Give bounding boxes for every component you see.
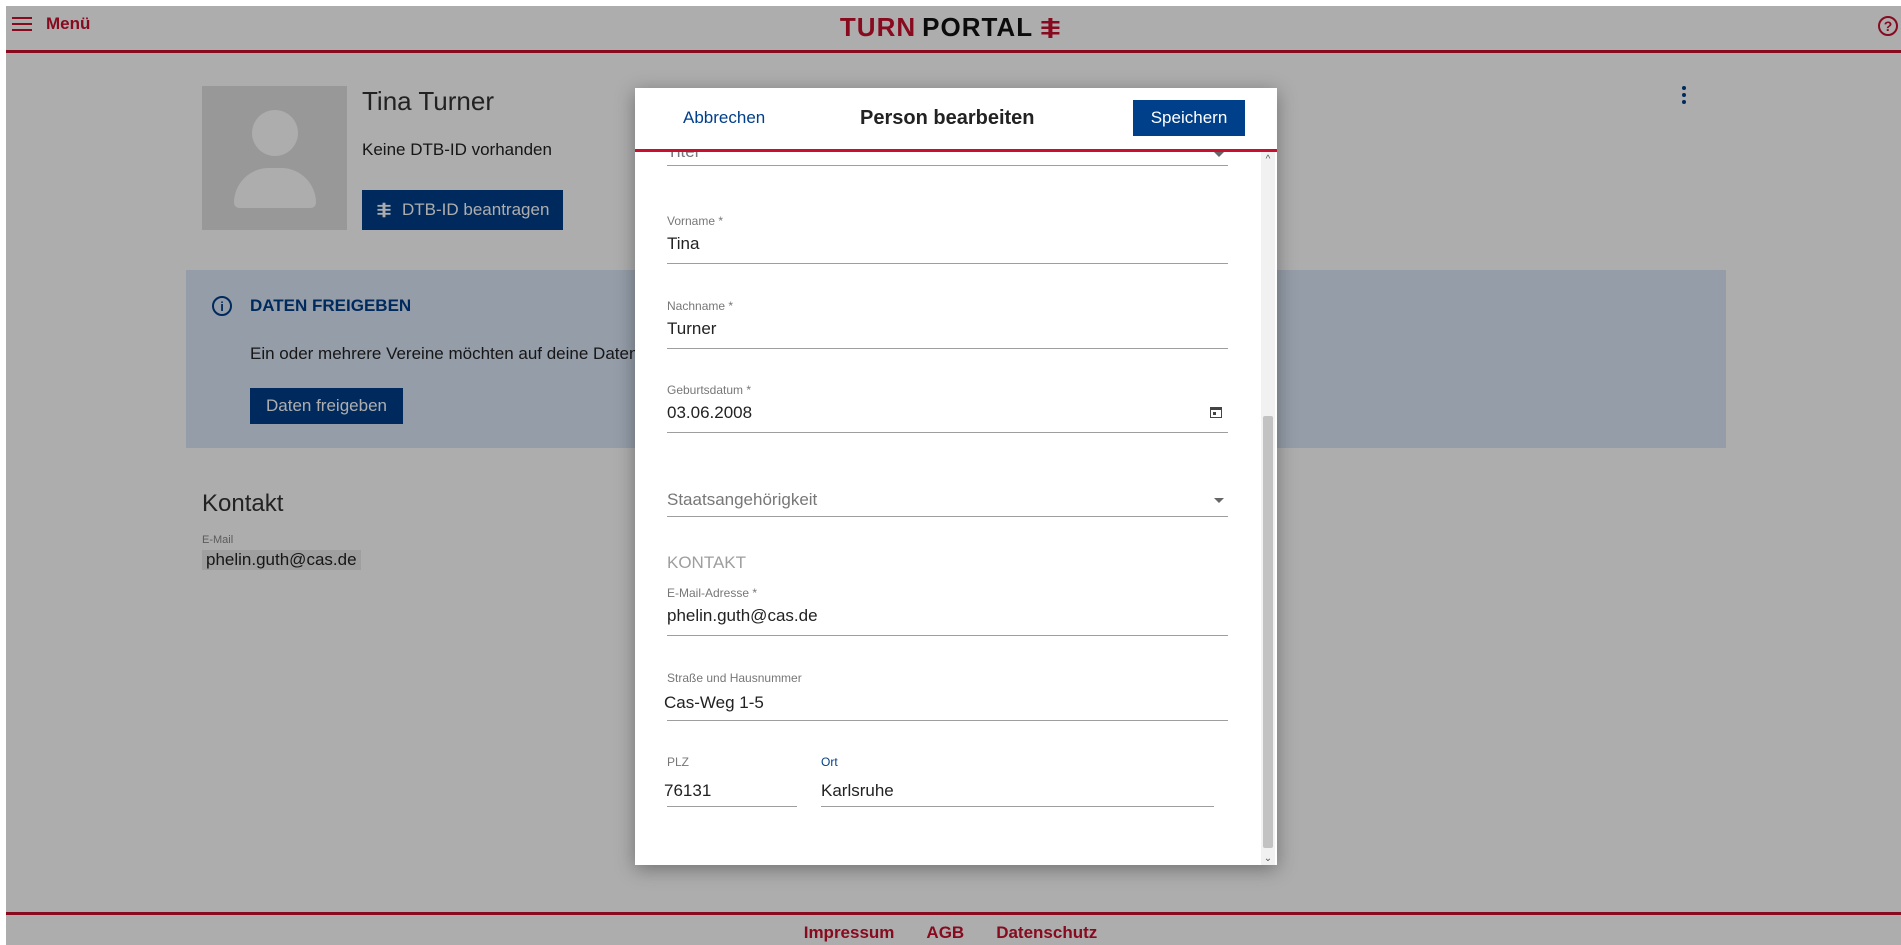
dialog-header: Abbrechen Person bearbeiten Speichern bbox=[635, 88, 1277, 152]
scroll-thumb[interactable] bbox=[1263, 416, 1273, 848]
dropdown-caret-icon bbox=[1214, 498, 1224, 503]
birthdate-field[interactable]: Geburtsdatum * 03.06.2008 bbox=[667, 383, 1228, 433]
zip-field[interactable]: PLZ 76131 bbox=[664, 755, 797, 807]
dialog-body: Titel Vorname * Tina Nachname * Turner G… bbox=[635, 152, 1277, 865]
save-button[interactable]: Speichern bbox=[1133, 100, 1245, 136]
calendar-icon[interactable] bbox=[1210, 407, 1222, 418]
page-edge bbox=[0, 0, 6, 945]
title-select[interactable]: Titel bbox=[667, 152, 1228, 166]
edit-person-dialog: Abbrechen Person bearbeiten Speichern Ti… bbox=[635, 88, 1277, 865]
chevron-up-icon[interactable]: ^ bbox=[1263, 154, 1273, 165]
contact-section-label: KONTAKT bbox=[667, 553, 747, 572]
street-field[interactable]: Straße und Hausnummer Cas-Weg 1-5 bbox=[664, 671, 1228, 721]
email-field[interactable]: E-Mail-Adresse * phelin.guth@cas.de bbox=[667, 586, 1228, 636]
dialog-scrollbar[interactable]: ^ ⌄ bbox=[1261, 152, 1275, 865]
last-name-field[interactable]: Nachname * Turner bbox=[667, 299, 1228, 349]
dropdown-caret-icon bbox=[1214, 152, 1224, 157]
dialog-title: Person bearbeiten bbox=[860, 107, 1035, 129]
first-name-field[interactable]: Vorname * Tina bbox=[667, 214, 1228, 264]
city-field[interactable]: Ort Karlsruhe bbox=[821, 755, 1214, 807]
chevron-down-icon[interactable]: ⌄ bbox=[1263, 853, 1273, 864]
cancel-button[interactable]: Abbrechen bbox=[683, 108, 765, 128]
nationality-select[interactable]: Staatsangehörigkeit bbox=[667, 482, 1228, 517]
